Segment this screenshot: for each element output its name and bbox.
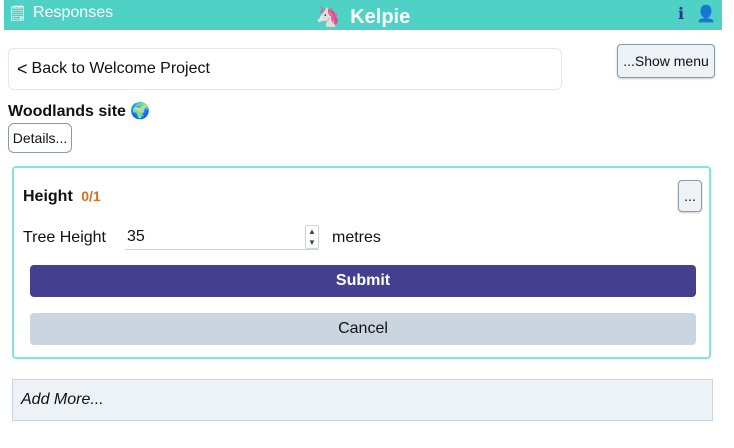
stepper-up-icon[interactable]: ▲ — [308, 227, 316, 236]
cancel-button[interactable]: Cancel — [30, 313, 696, 345]
stepper-down-icon[interactable]: ▼ — [308, 238, 316, 247]
top-bar: 🗒 Responses 🦄 Kelpie ℹ 👤 — [4, 0, 722, 30]
brand: 🦄 Kelpie — [4, 4, 722, 29]
header-actions: ℹ 👤 — [678, 4, 716, 24]
unicorn-logo-icon: 🦄 — [315, 6, 341, 28]
question-card: Height 0/1 ... Tree Height ▲ ▼ metres Su… — [12, 166, 711, 359]
back-link-label: Back to Welcome Project — [31, 60, 210, 77]
details-button[interactable]: Details... — [8, 123, 72, 153]
add-more-button[interactable]: Add More... — [12, 379, 713, 421]
submit-button[interactable]: Submit — [30, 265, 696, 297]
unit-label: metres — [332, 229, 381, 246]
site-title-text: Woodlands site — [8, 103, 126, 120]
site-title: Woodlands site 🌍 — [8, 101, 150, 121]
question-more-button[interactable]: ... — [678, 180, 702, 212]
response-count: 0/1 — [81, 188, 101, 204]
globe-icon: 🌍 — [130, 103, 151, 120]
user-icon[interactable]: 👤 — [696, 4, 716, 24]
tree-height-label: Tree Height — [23, 229, 106, 246]
question-title-text: Height — [23, 188, 73, 205]
chevron-left-icon: < — [17, 58, 28, 79]
number-stepper[interactable]: ▲ ▼ — [305, 225, 319, 249]
question-title: Height 0/1 — [23, 188, 101, 206]
brand-title: Kelpie — [350, 6, 411, 28]
tree-height-input[interactable] — [125, 224, 319, 250]
back-link[interactable]: < Back to Welcome Project — [8, 48, 562, 90]
info-icon[interactable]: ℹ — [678, 4, 684, 24]
show-menu-button[interactable]: ...Show menu — [617, 44, 715, 78]
